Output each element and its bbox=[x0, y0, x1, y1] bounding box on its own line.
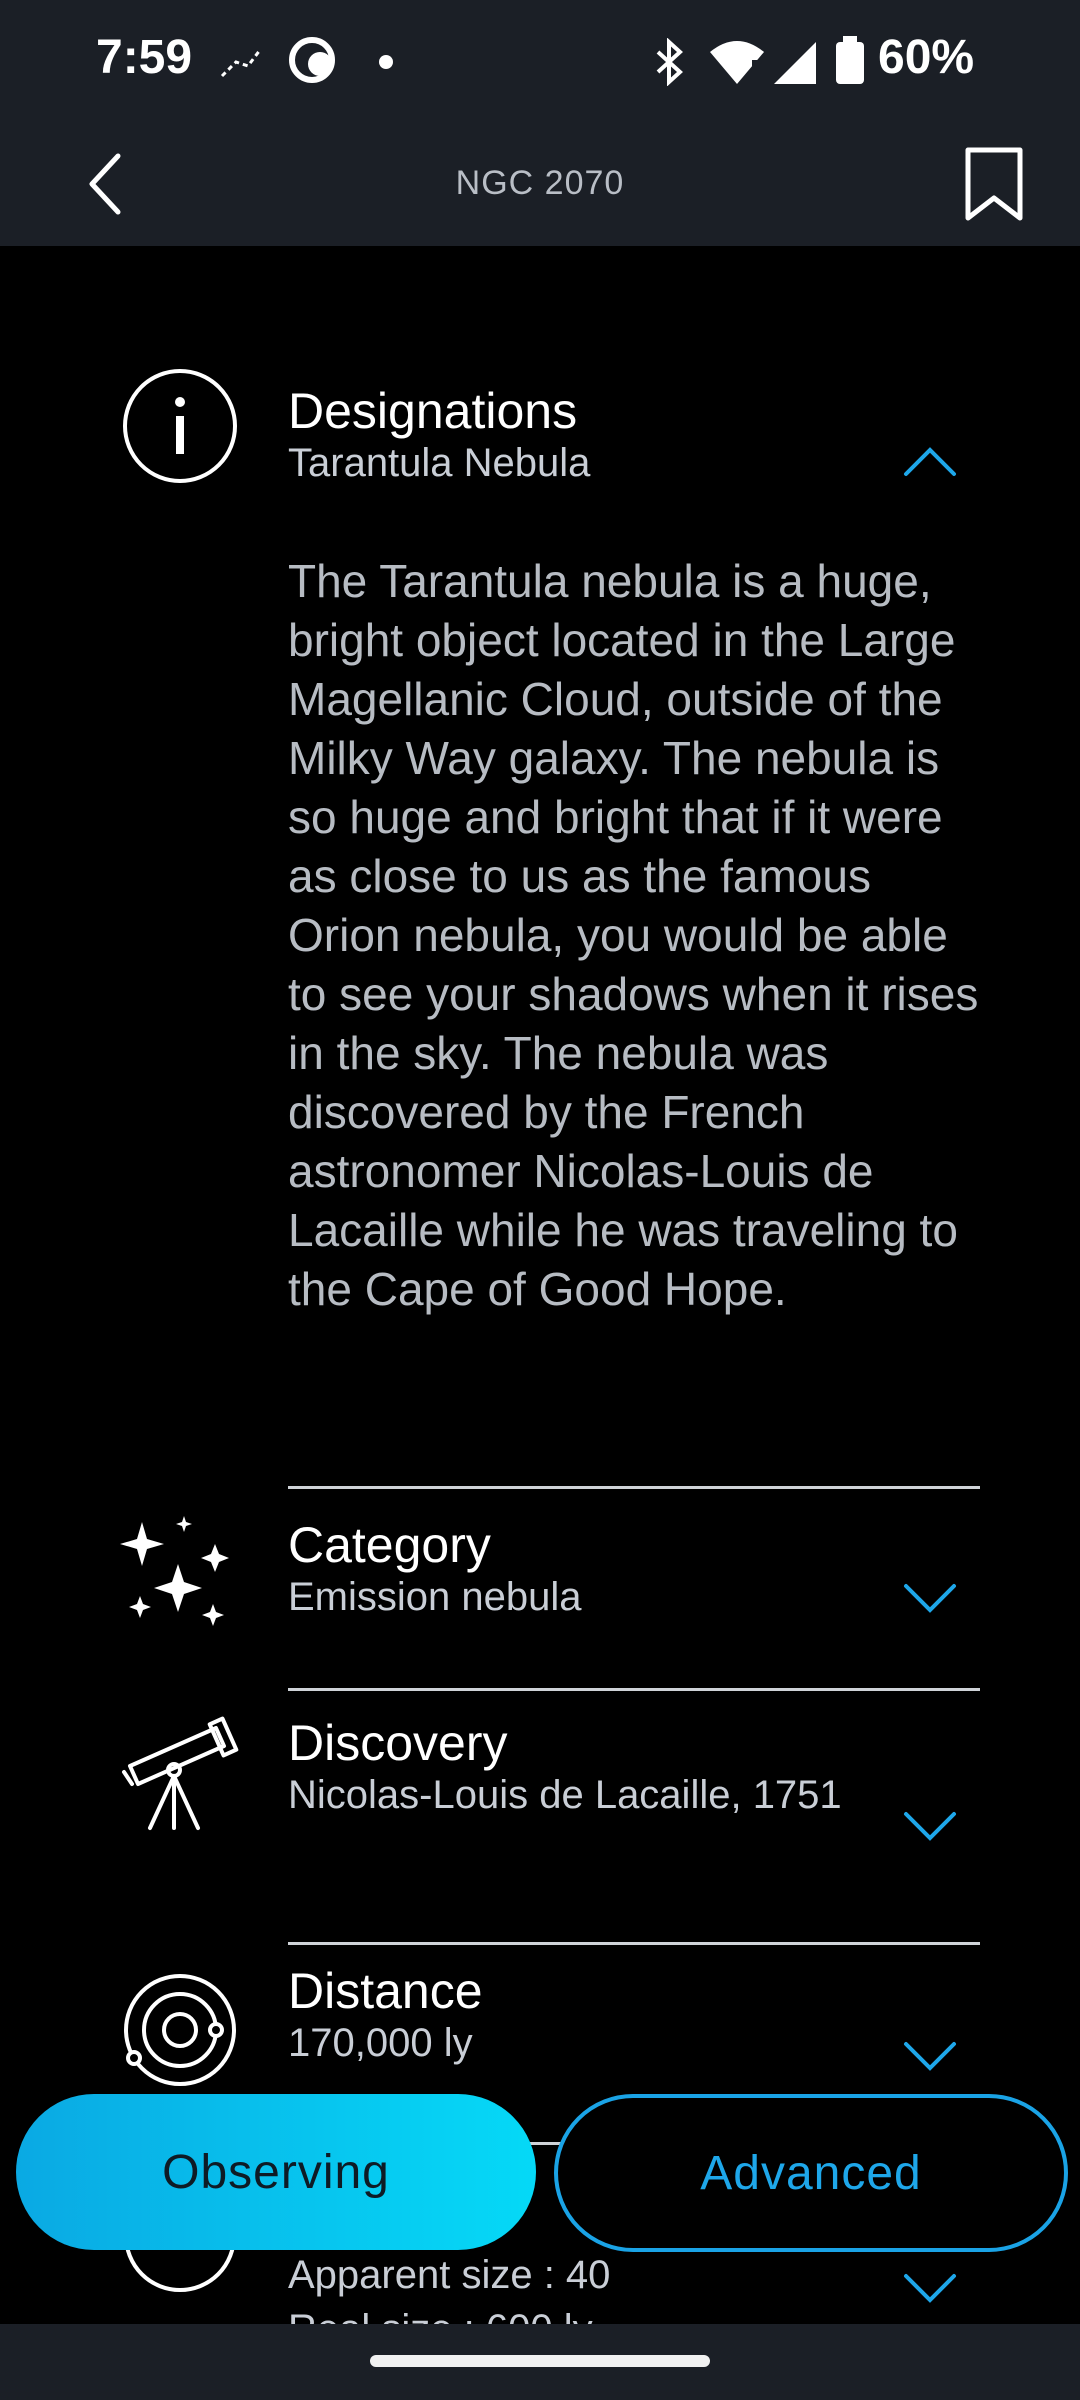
section-subtitle: Nicolas-Louis de Lacaille, 1751 bbox=[288, 1773, 842, 1817]
battery-icon bbox=[836, 36, 864, 84]
weather-icon bbox=[289, 37, 335, 83]
bluetooth-icon bbox=[656, 38, 683, 86]
details-list[interactable]: Designations Tarantula Nebula The Tarant… bbox=[0, 246, 1080, 2324]
bookmark-button[interactable] bbox=[954, 144, 1034, 224]
divider bbox=[288, 1688, 980, 1691]
section-title: Distance bbox=[288, 1963, 483, 2019]
bottom-action-bar: Observing Advanced bbox=[0, 2088, 1080, 2252]
notification-dot-icon bbox=[379, 55, 393, 69]
status-time: 7:59 bbox=[96, 31, 193, 84]
app-bar: NGC 2070 bbox=[0, 124, 1080, 246]
section-title: Category bbox=[288, 1517, 491, 1573]
status-bar: 7:59 60% bbox=[0, 0, 1080, 124]
section-title: Discovery bbox=[288, 1715, 508, 1771]
chevron-up-icon[interactable] bbox=[900, 442, 960, 482]
section-subtitle: Apparent size : 40 bbox=[288, 2253, 611, 2297]
advanced-button[interactable]: Advanced bbox=[554, 2094, 1068, 2252]
section-title: Designations bbox=[288, 383, 578, 439]
chevron-down-icon[interactable] bbox=[900, 1806, 960, 1846]
sparkles-icon bbox=[120, 1516, 229, 1626]
section-subtitle: Tarantula Nebula bbox=[288, 441, 591, 485]
cellular-signal-icon bbox=[774, 42, 816, 84]
chevron-down-icon[interactable] bbox=[900, 2268, 960, 2308]
home-gesture-handle[interactable] bbox=[370, 2355, 710, 2367]
chevron-down-icon[interactable] bbox=[900, 1578, 960, 1618]
section-subtitle: Emission nebula bbox=[288, 1575, 582, 1619]
divider bbox=[288, 1942, 980, 1945]
section-subtitle-2: Real size : 600 ly bbox=[288, 2302, 848, 2324]
section-description: The Tarantula nebula is a huge, bright o… bbox=[288, 555, 979, 1315]
constellation-icon bbox=[220, 49, 262, 78]
info-icon bbox=[123, 369, 237, 483]
section-subtitle: 170,000 ly bbox=[288, 2021, 473, 2065]
telescope-icon bbox=[122, 1716, 239, 1830]
orbit-icon bbox=[124, 1974, 236, 2086]
page-title: NGC 2070 bbox=[455, 164, 625, 202]
chevron-down-icon[interactable] bbox=[900, 2036, 960, 2076]
battery-percent: 60% bbox=[878, 31, 975, 84]
divider bbox=[288, 1486, 980, 1489]
navigation-bar bbox=[0, 2324, 1080, 2400]
wifi-icon bbox=[710, 41, 764, 84]
observing-button[interactable]: Observing bbox=[16, 2094, 536, 2250]
